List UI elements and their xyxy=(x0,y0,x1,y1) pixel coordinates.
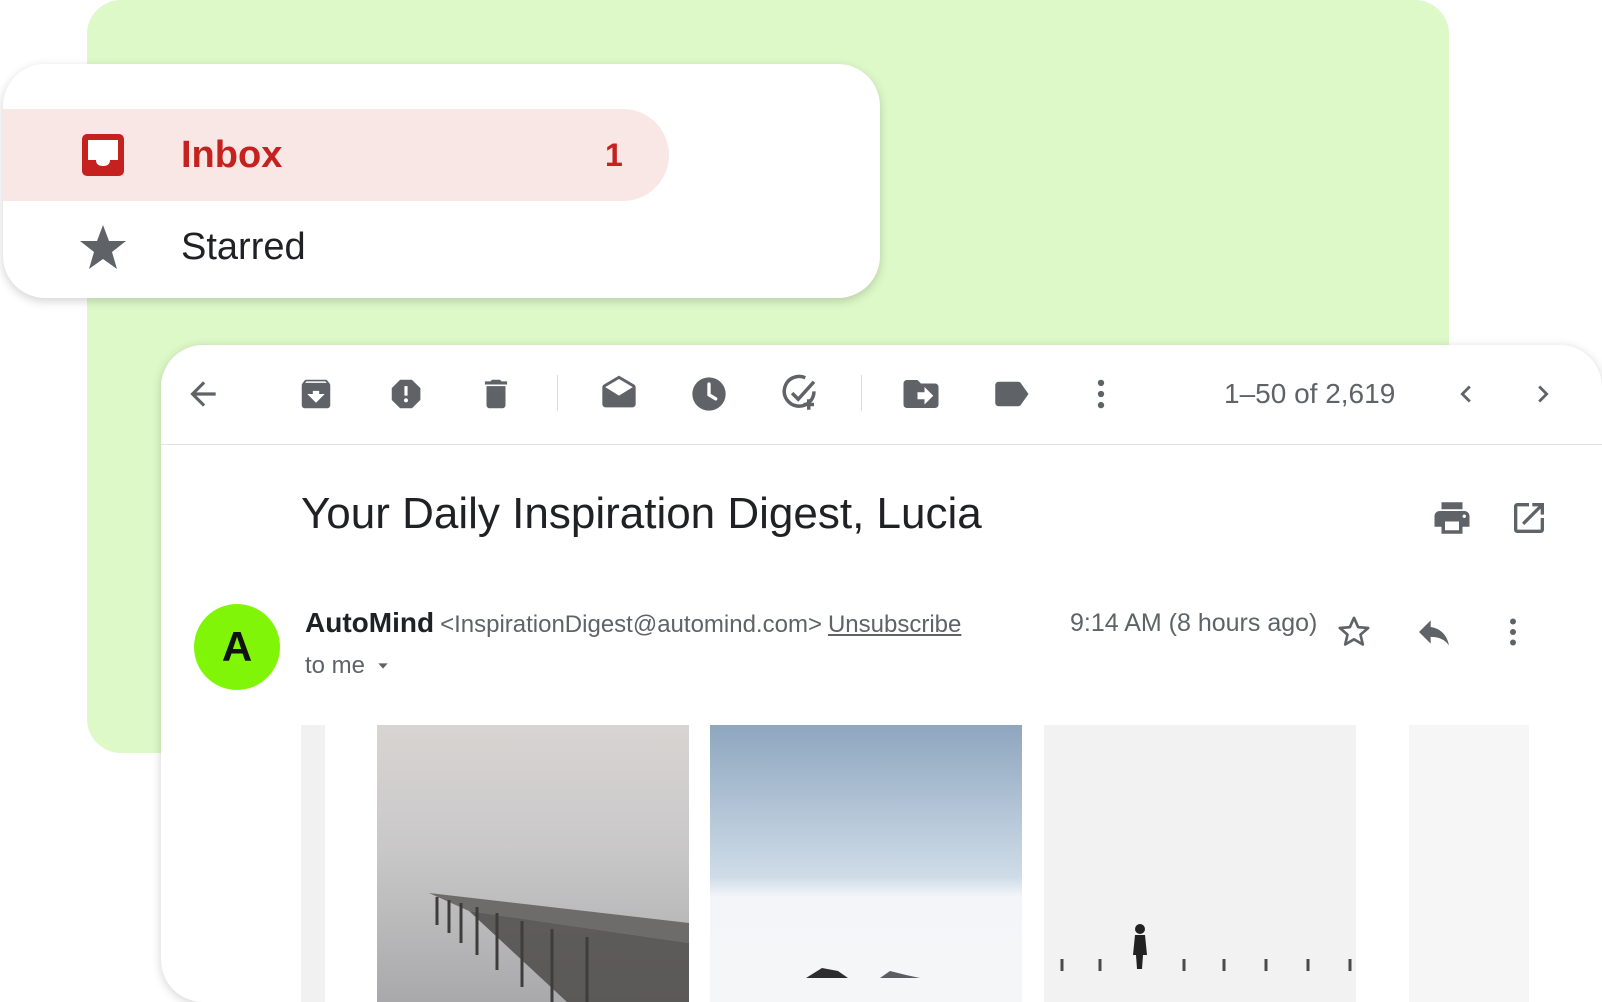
archive-icon[interactable] xyxy=(294,372,338,416)
recipient-details-toggle[interactable]: to me xyxy=(305,652,391,680)
sender-info: AutoMind <InspirationDigest@automind.com>… xyxy=(305,607,961,639)
sidebar-item-label: Inbox xyxy=(181,133,283,176)
chevron-left-icon[interactable] xyxy=(1444,372,1488,416)
inbox-icon xyxy=(82,134,124,176)
more-options-icon[interactable] xyxy=(1490,609,1536,655)
unread-count: 1 xyxy=(605,136,623,173)
email-toolbar: 1–50 of 2,619 xyxy=(161,345,1602,445)
gallery-image-edge-left xyxy=(301,725,325,1002)
star-toggle-icon[interactable] xyxy=(1331,609,1377,655)
email-timestamp: 9:14 AM (8 hours ago) xyxy=(1070,609,1318,637)
mark-unread-icon[interactable] xyxy=(597,372,641,416)
gallery-image-edge-right xyxy=(1409,725,1529,1002)
star-icon xyxy=(80,225,126,269)
delete-icon[interactable] xyxy=(474,372,518,416)
gallery-image-winter-walker[interactable] xyxy=(1044,725,1356,1002)
sidebar-item-inbox[interactable]: Inbox 1 xyxy=(3,109,669,201)
print-icon[interactable] xyxy=(1429,495,1475,541)
label-icon[interactable] xyxy=(989,372,1033,416)
add-to-tasks-icon[interactable] xyxy=(778,372,822,416)
sidebar-item-starred[interactable]: Starred xyxy=(3,201,663,293)
recipient-label: to me xyxy=(305,652,366,679)
back-arrow-icon[interactable] xyxy=(181,372,225,416)
more-vert-icon[interactable] xyxy=(1079,372,1123,416)
pagination-count: 1–50 of 2,619 xyxy=(1224,378,1396,409)
sidebar-item-label: Starred xyxy=(181,225,306,268)
email-image-gallery xyxy=(301,725,1551,1002)
move-to-icon[interactable] xyxy=(899,372,943,416)
sender-name: AutoMind xyxy=(305,607,435,638)
caret-down-icon xyxy=(378,663,388,669)
folder-list-card: Inbox 1 Starred xyxy=(3,64,880,298)
toolbar-divider xyxy=(557,375,558,411)
avatar[interactable]: A xyxy=(194,604,280,690)
gallery-image-pier[interactable] xyxy=(377,725,689,1002)
snooze-icon[interactable] xyxy=(687,372,731,416)
report-spam-icon[interactable] xyxy=(384,372,428,416)
sender-email: <InspirationDigest@automind.com> xyxy=(440,611,822,638)
email-view-card: 1–50 of 2,619 Your Daily Inspiration Dig… xyxy=(161,345,1602,1002)
gallery-image-snowfield[interactable] xyxy=(710,725,1022,1002)
toolbar-divider xyxy=(861,375,862,411)
unsubscribe-link[interactable]: Unsubscribe xyxy=(828,611,961,638)
chevron-right-icon[interactable] xyxy=(1521,372,1565,416)
open-in-new-window-icon[interactable] xyxy=(1506,495,1552,541)
email-subject: Your Daily Inspiration Digest, Lucia xyxy=(301,489,982,538)
reply-icon[interactable] xyxy=(1411,609,1457,655)
